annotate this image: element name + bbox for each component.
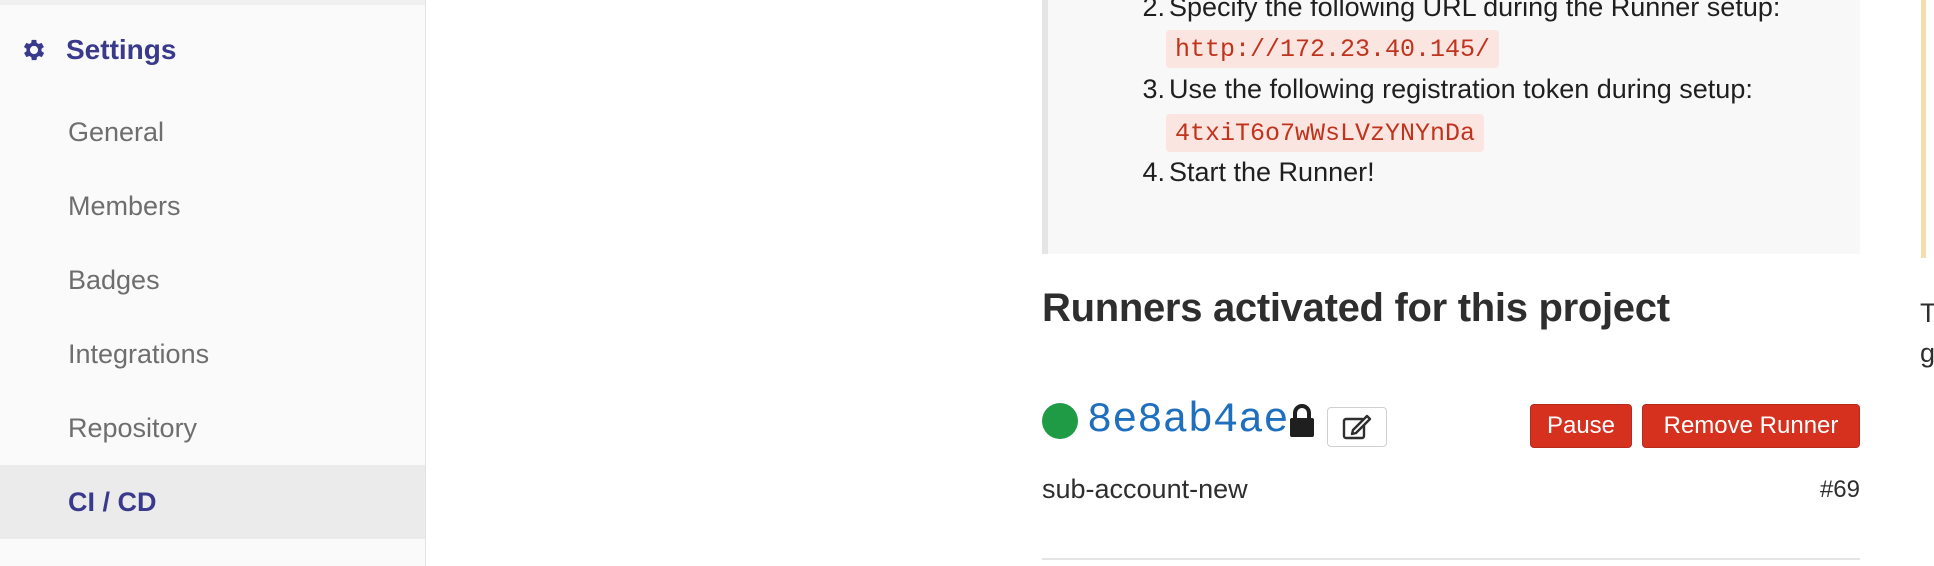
setup-step: 4. Start the Runner! — [1133, 157, 1375, 188]
step-text: Specify the following URL during the Run… — [1169, 0, 1781, 22]
sidebar-item-label: General — [68, 116, 165, 147]
sidebar-item-integrations[interactable]: Integrations — [0, 317, 425, 391]
step-number: 3. — [1142, 74, 1165, 104]
step-number: 4. — [1142, 157, 1165, 187]
pause-runner-button[interactable]: Pause — [1530, 404, 1632, 448]
step-text: Start the Runner! — [1169, 157, 1375, 187]
section-title: Runners activated for this project — [1042, 286, 1670, 330]
remove-runner-button[interactable]: Remove Runner — [1642, 404, 1860, 448]
sidebar-top-divider — [0, 0, 425, 5]
runner-number: #69 — [1819, 476, 1860, 503]
lock-icon — [1290, 404, 1314, 437]
setup-step: 3. Use the following registration token d… — [1133, 74, 1753, 105]
sidebar-item-repository[interactable]: Repository — [0, 391, 425, 465]
edit-runner-button[interactable] — [1327, 407, 1387, 447]
setup-step: 2. Specify the following URL during the R… — [1133, 0, 1780, 23]
gear-icon — [23, 39, 45, 61]
sidebar-item-ci-cd[interactable]: CI / CD — [0, 465, 425, 539]
sidebar-item-label: Integrations — [68, 338, 210, 369]
sidebar-item-members[interactable]: Members — [0, 169, 425, 243]
runner-description: sub-account-new — [1042, 474, 1248, 504]
sidebar-item-general[interactable]: General — [0, 95, 425, 169]
sidebar-item-label: Badges — [68, 264, 160, 295]
settings-sidebar: Settings General Members Badges Integrat… — [0, 0, 426, 566]
sidebar-settings-label: Settings — [66, 34, 177, 65]
step-number: 2. — [1142, 0, 1165, 22]
step-text: Use the following registration token dur… — [1169, 74, 1753, 104]
runner-url-code: http://172.23.40.145/ — [1166, 30, 1500, 68]
edit-icon — [1342, 414, 1372, 440]
right-panel-accent — [1921, 0, 1926, 258]
runner-id-link[interactable]: 8e8ab4ae — [1087, 396, 1289, 444]
right-panel-text: T — [1920, 298, 1934, 328]
sidebar-item-badges[interactable]: Badges — [0, 243, 425, 317]
sidebar-item-label: Members — [68, 190, 181, 221]
runner-setup-instructions: 2. Specify the following URL during the R… — [1042, 0, 1860, 254]
sidebar-item-label: CI / CD — [68, 486, 157, 517]
runner-divider — [1042, 558, 1860, 560]
right-panel-text: g — [1920, 338, 1934, 368]
runner-status-dot — [1042, 403, 1078, 439]
registration-token-code: 4txiT6o7wWsLVzYNYnDa — [1166, 114, 1485, 152]
sidebar-settings-header[interactable]: Settings — [20, 30, 176, 70]
sidebar-item-label: Repository — [68, 412, 198, 443]
